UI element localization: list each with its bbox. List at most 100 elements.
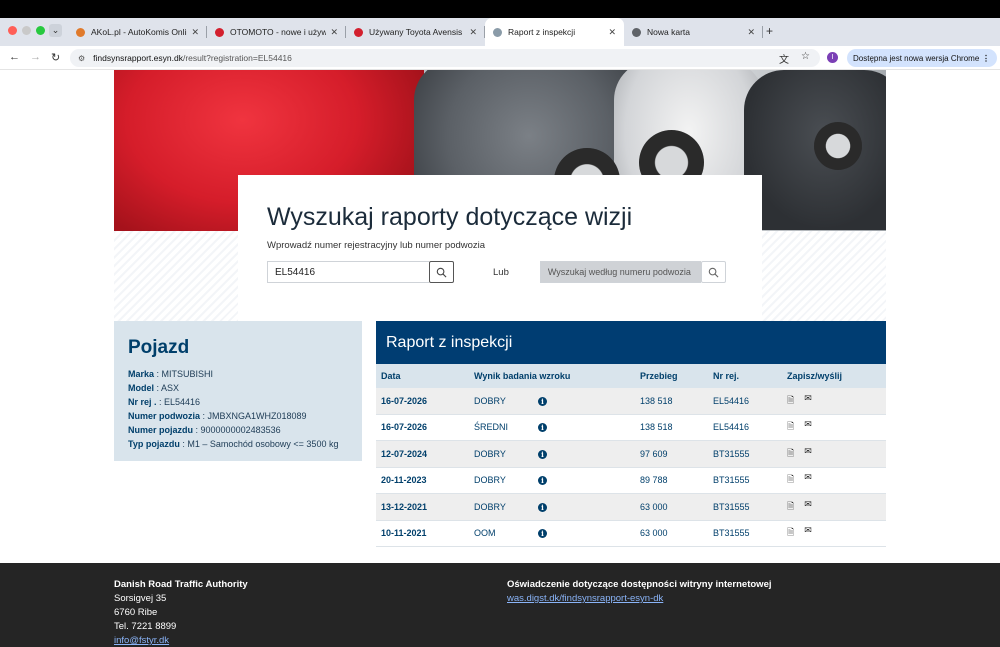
info-icon: i (538, 476, 547, 486)
vehicle-detail-label: Marka (128, 369, 155, 379)
send-email-icon[interactable]: ✉ (804, 499, 812, 515)
minimize-window-button[interactable] (22, 26, 31, 35)
cell-registration: BT31555 (713, 475, 750, 486)
vehicle-detail-value: JMBXNGA1WHZ018089 (207, 411, 307, 421)
registration-input[interactable]: EL54416 (267, 261, 429, 283)
chrome-update-button[interactable]: Dostępna jest nowa wersja Chrome ⋮ (847, 49, 997, 67)
more-menu-icon[interactable]: ⋮ (982, 54, 990, 63)
search-subtitle: Wprowadź numer rejestracyjny lub numer p… (267, 240, 486, 251)
send-email-icon[interactable]: ✉ (804, 525, 812, 541)
send-email-icon[interactable]: ✉ (804, 393, 812, 409)
table-row: 20-11-2023 DOBRY i 89 788 BT31555 🗎 ✉ (376, 468, 886, 494)
cell-date: 13-12-2021 (381, 501, 428, 512)
vehicle-detail-label: Typ pojazdu (128, 439, 180, 449)
vehicle-detail-row: Nr rej . : EL54416 (128, 395, 348, 409)
info-icon: i (538, 502, 547, 512)
tab-favicon-icon (215, 27, 224, 37)
new-tab-plus-icon[interactable]: + (766, 24, 773, 38)
result-info-button[interactable]: i (538, 422, 640, 433)
download-pdf-icon[interactable]: 🗎 (787, 472, 794, 488)
update-label: Dostępna jest nowa wersja Chrome (853, 53, 980, 63)
info-icon: i (538, 423, 547, 433)
browser-tab[interactable]: Raport z inspekcji ✕ (485, 18, 624, 46)
tab-close-icon[interactable]: ✕ (608, 27, 616, 38)
wheel-shape (814, 122, 862, 170)
result-info-button[interactable]: i (538, 475, 640, 486)
accessibility-link[interactable]: was.digst.dk/findsynsrapport-esyn-dk (507, 592, 772, 606)
browser-tab[interactable]: Nowa karta ✕ (624, 18, 763, 46)
vehicle-detail-separator: : (193, 425, 201, 435)
tab-strip: AKoL.pl - AutoKomis Online ✕ OTOMOTO - now… (68, 18, 763, 46)
site-settings-icon[interactable]: ⚙ (78, 54, 85, 63)
table-row: 10-11-2021 OOM i 63 000 BT31555 🗎 ✉ (376, 521, 886, 547)
page-content: Wyszukaj raporty dotyczące wizji Wprowad… (0, 70, 1000, 647)
download-pdf-icon[interactable]: 🗎 (787, 393, 794, 409)
bookmark-star-icon[interactable]: ☆ (801, 51, 810, 66)
tab-close-icon[interactable]: ✕ (191, 27, 199, 38)
forward-arrow-icon[interactable]: → (30, 51, 41, 63)
browser-tab[interactable]: Używany Toyota Avensis 201 ✕ (346, 18, 485, 46)
cell-actions: 🗎 ✉ (786, 472, 886, 488)
close-window-button[interactable] (8, 26, 17, 35)
tab-title: Raport z inspekcji (508, 27, 576, 37)
back-arrow-icon[interactable]: ← (9, 51, 20, 63)
table-row: 12-07-2024 DOBRY i 97 609 BT31555 🗎 ✉ (376, 441, 886, 468)
tab-search-chevron-icon[interactable]: ⌄ (49, 24, 62, 37)
vehicle-detail-label: Numer podwozia (128, 411, 201, 421)
cell-result: DOBRY (474, 475, 506, 486)
vehicle-detail-separator: : (200, 411, 208, 421)
window-top-strip (0, 0, 1000, 18)
result-info-button[interactable]: i (538, 449, 640, 459)
cell-date: 16-07-2026 (381, 395, 428, 406)
send-email-icon[interactable]: ✉ (804, 446, 812, 462)
tab-close-icon[interactable]: ✕ (747, 27, 755, 38)
url-field[interactable]: ⚙ findsynsrapport.esyn.dk/result?registr… (70, 49, 820, 67)
send-email-icon[interactable]: ✉ (804, 472, 812, 488)
translate-icon[interactable]: 文 (779, 51, 789, 66)
tab-favicon-icon (354, 27, 363, 37)
download-pdf-icon[interactable]: 🗎 (787, 446, 794, 462)
download-pdf-icon[interactable]: 🗎 (787, 525, 794, 541)
result-info-button[interactable]: i (538, 502, 640, 512)
footer-city: 6760 Ribe (114, 607, 158, 618)
vehicle-detail-label: Numer pojazdu (128, 425, 194, 435)
vehicle-detail-row: Typ pojazdu : M1 – Samochód osobowy <= 3… (128, 437, 348, 451)
report-table: Raport z inspekcji Data Wynik badania wz… (376, 321, 886, 547)
result-info-button[interactable]: i (538, 528, 640, 539)
reload-icon[interactable]: ↻ (51, 51, 60, 64)
download-pdf-icon[interactable]: 🗎 (787, 419, 794, 435)
profile-avatar[interactable]: I (827, 52, 838, 63)
vehicle-heading: Pojazd (128, 337, 190, 358)
zoom-window-button[interactable] (36, 26, 45, 35)
browser-tab[interactable]: AKoL.pl - AutoKomis Online ✕ (68, 18, 207, 46)
tab-title: AKoL.pl - AutoKomis Online (91, 27, 188, 37)
tab-favicon-icon (632, 27, 641, 37)
info-icon: i (538, 529, 547, 539)
info-icon: i (538, 449, 547, 459)
download-pdf-icon[interactable]: 🗎 (787, 499, 794, 515)
tab-title: Nowa karta (647, 27, 690, 37)
table-row: 13-12-2021 DOBRY i 63 000 BT31555 🗎 ✉ (376, 494, 886, 521)
vehicle-detail-value: M1 – Samochód osobowy <= 3500 kg (187, 439, 339, 449)
vin-search-button[interactable] (700, 261, 726, 283)
cell-date: 20-11-2023 (381, 475, 427, 486)
footer-email-link[interactable]: info@fstyr.dk (114, 634, 248, 647)
cell-date: 10-11-2021 (381, 528, 427, 539)
registration-search-button[interactable] (429, 261, 454, 283)
tab-separator (762, 26, 763, 38)
search-title: Wyszukaj raporty dotyczące wizji (267, 203, 633, 231)
tab-close-icon[interactable]: ✕ (330, 27, 338, 38)
cell-mileage: 138 518 (640, 395, 673, 406)
cell-registration: EL54416 (713, 422, 750, 433)
send-email-icon[interactable]: ✉ (804, 419, 812, 435)
cell-registration: BT31555 (713, 501, 750, 512)
tab-close-icon[interactable]: ✕ (469, 27, 477, 38)
footer-street: Sorsigvej 35 (114, 593, 167, 604)
browser-tab[interactable]: OTOMOTO - nowe i używane✕ (207, 18, 346, 46)
result-info-button[interactable]: i (538, 396, 640, 406)
vin-search-input[interactable]: Wyszukaj według numeru podwozia (539, 261, 701, 283)
column-header-result: Wynik badania wzroku (474, 371, 571, 381)
cell-date: 12-07-2024 (381, 448, 428, 459)
info-icon: i (538, 396, 547, 406)
cell-result: DOBRY (474, 501, 506, 512)
